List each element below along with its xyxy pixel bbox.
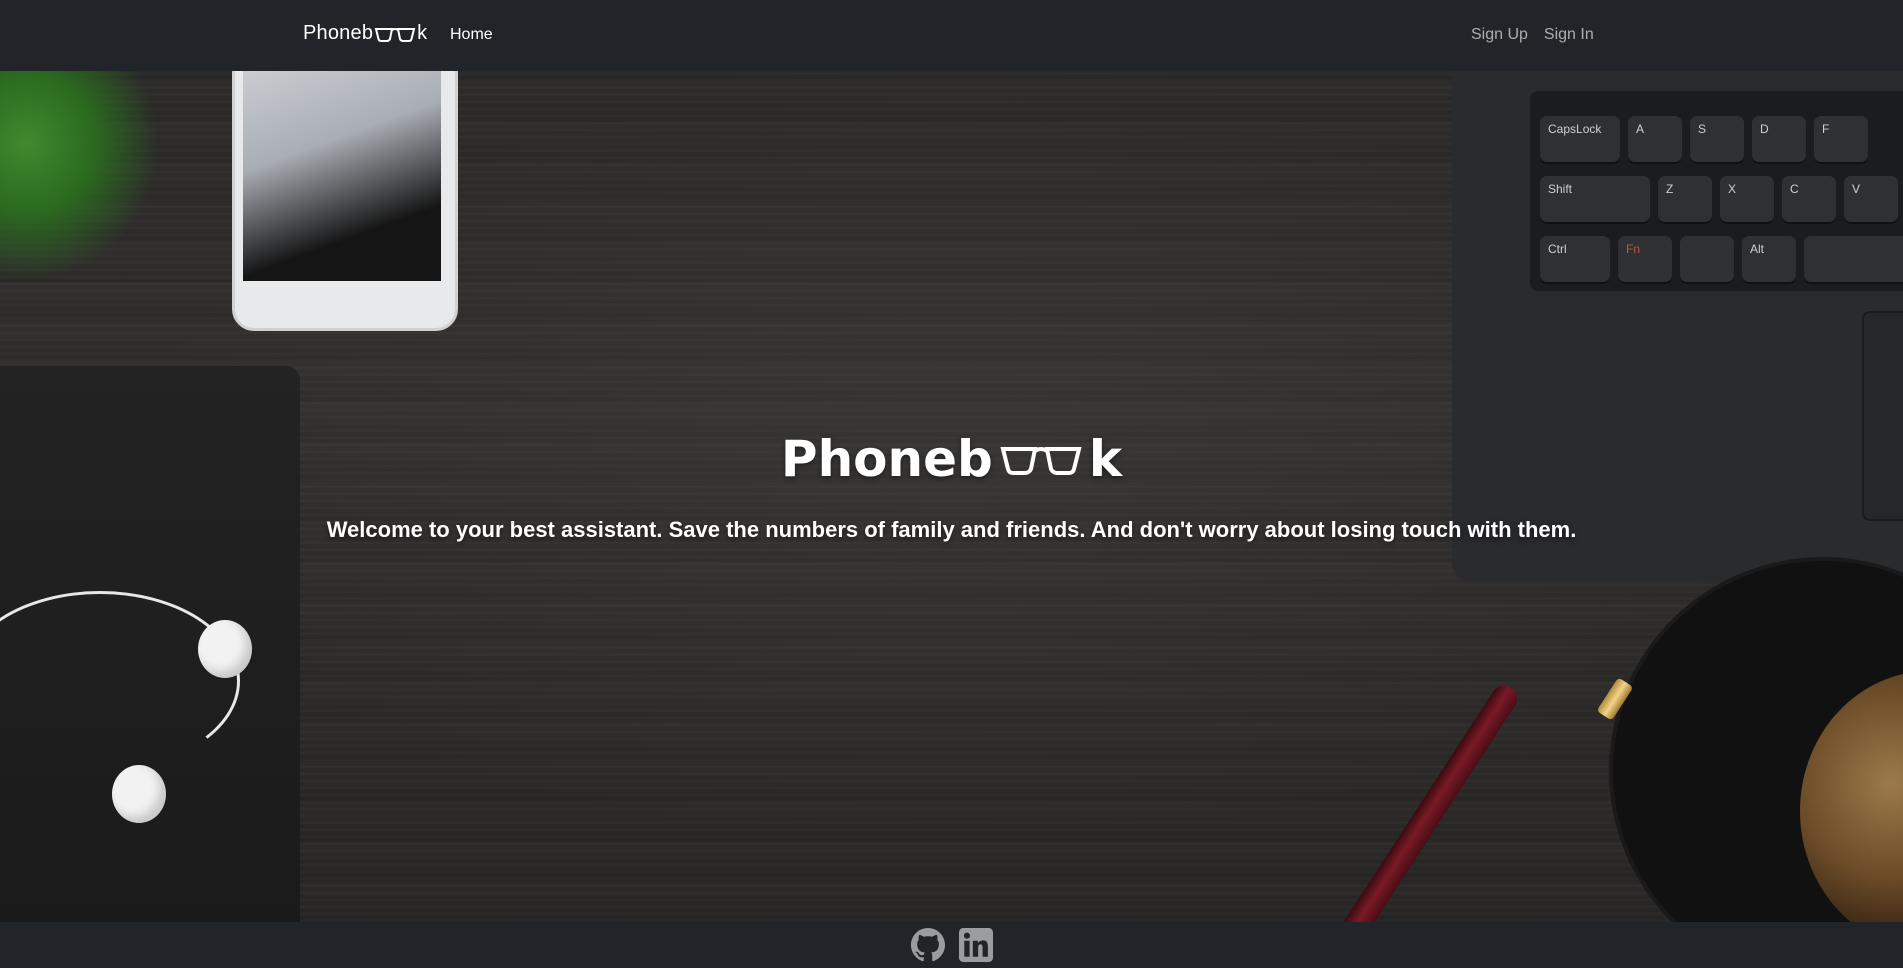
glasses-icon — [1000, 447, 1082, 475]
key-d: D — [1752, 116, 1806, 164]
key-ctrl: Ctrl — [1540, 236, 1610, 284]
trackpad-image — [1862, 311, 1903, 521]
brand-text-suffix: k — [417, 22, 428, 44]
key-x: X — [1720, 176, 1774, 224]
brand-text-prefix: Phoneb — [303, 22, 374, 44]
github-icon — [910, 928, 945, 962]
top-navbar: Phoneb k Home Sign Up Sign In — [0, 0, 1903, 71]
key-z: Z — [1658, 176, 1712, 224]
keyboard-image: CapsLock A S D F Shift Z X C V Ctrl Fn A… — [1530, 91, 1903, 291]
nav-home-link[interactable]: Home — [450, 26, 493, 44]
hero-title-prefix: Phoneb — [780, 430, 993, 488]
plant-image — [0, 71, 160, 281]
key-shift: Shift — [1540, 176, 1650, 224]
sign-in-link[interactable]: Sign In — [1544, 26, 1594, 44]
key-f: F — [1814, 116, 1868, 164]
hero-title-suffix: k — [1088, 430, 1123, 488]
glasses-icon — [374, 27, 416, 42]
brand-logo-link[interactable]: Phoneb k — [303, 22, 427, 45]
github-link[interactable] — [910, 928, 945, 962]
hero-subtitle: Welcome to your best assistant. Save the… — [326, 517, 1577, 542]
pen-image — [1320, 681, 1522, 922]
key-v: V — [1844, 176, 1898, 224]
key-capslock: CapsLock — [1540, 116, 1620, 164]
key-blank — [1680, 236, 1734, 284]
linkedin-icon — [958, 928, 993, 962]
earbud-image-2 — [112, 765, 166, 823]
earbud-image-1 — [198, 620, 252, 678]
key-c: C — [1782, 176, 1836, 224]
auth-links: Sign Up Sign In — [1471, 26, 1594, 44]
key-alt: Alt — [1742, 236, 1796, 284]
key-arrow — [1804, 236, 1903, 284]
key-s: S — [1690, 116, 1744, 164]
key-fn: Fn — [1618, 236, 1672, 284]
linkedin-link[interactable] — [958, 928, 993, 962]
sign-up-link[interactable]: Sign Up — [1471, 26, 1528, 44]
smartphone-screen-image — [243, 71, 441, 281]
hero-section: CapsLock A S D F Shift Z X C V Ctrl Fn A… — [0, 71, 1903, 922]
hero-title: Phoneb k — [0, 430, 1903, 488]
footer — [0, 922, 1903, 968]
key-a: A — [1628, 116, 1682, 164]
